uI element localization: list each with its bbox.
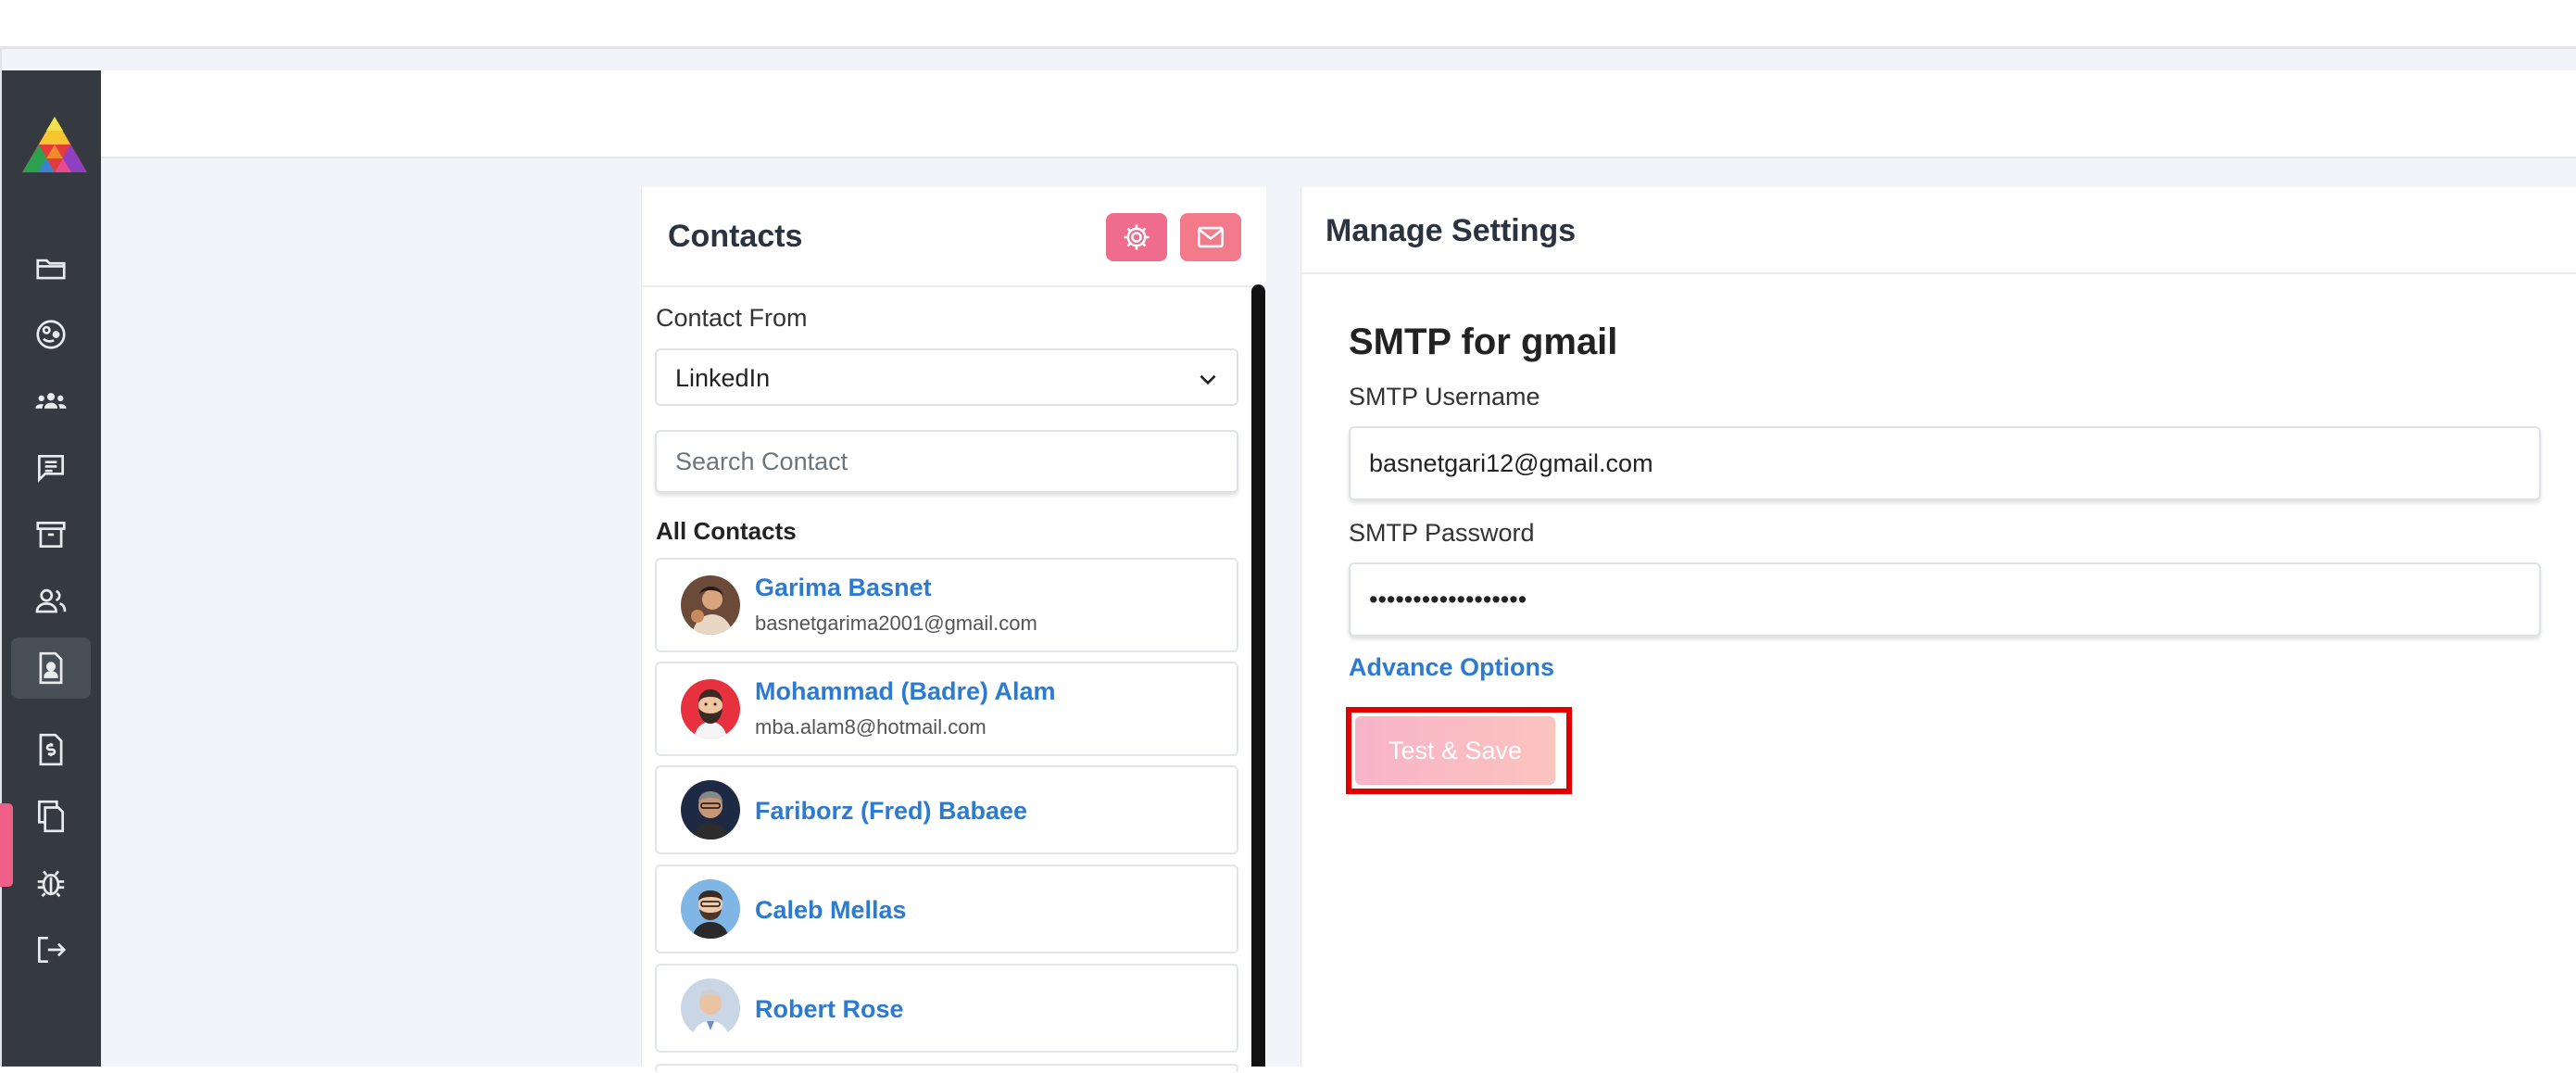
archive-icon bbox=[36, 521, 66, 549]
contacts-scrollbar[interactable] bbox=[1251, 284, 1265, 1067]
contact-from-value: LinkedIn bbox=[675, 364, 771, 392]
avatar bbox=[681, 879, 740, 939]
contact-name: Garima Basnet bbox=[755, 574, 932, 601]
chat-icon bbox=[37, 454, 65, 483]
smtp-username-input[interactable] bbox=[1349, 426, 2541, 500]
sidebar-item-palette[interactable] bbox=[11, 304, 91, 365]
contact-email: mba.alam8@hotmail.com bbox=[755, 715, 986, 738]
sidebar-item-invoice[interactable] bbox=[11, 719, 91, 780]
team-icon bbox=[35, 393, 67, 409]
contact-name: Caleb Mellas bbox=[755, 896, 907, 924]
contact-item[interactable]: Garima Basnet basnetgarima2001@gmail.com bbox=[655, 558, 1238, 652]
sidebar-item-archive[interactable] bbox=[11, 504, 91, 565]
contact-mail-button[interactable] bbox=[1180, 213, 1241, 261]
sidebar-item-logout[interactable] bbox=[11, 919, 91, 980]
palette-icon bbox=[36, 320, 66, 349]
contacts-panel: Contacts Contact From LinkedIn All Conta… bbox=[641, 187, 1267, 1073]
folder-icon bbox=[36, 259, 66, 280]
top-bar bbox=[101, 70, 2576, 158]
smtp-password-input[interactable] bbox=[1349, 562, 2541, 637]
smtp-password-label: SMTP Password bbox=[1349, 519, 1535, 547]
sidebar-item-folder[interactable] bbox=[11, 237, 91, 298]
contact-item[interactable]: Fariborz (Fred) Babaee bbox=[655, 765, 1238, 854]
contact-card-icon bbox=[39, 651, 63, 685]
avatar bbox=[681, 575, 740, 635]
avatar bbox=[681, 780, 740, 839]
settings-title: Manage Settings bbox=[1326, 213, 1577, 248]
settings-header: Manage Settings bbox=[1301, 187, 2576, 274]
contact-item[interactable]: Caleb Mellas bbox=[655, 865, 1238, 953]
smtp-section-title: SMTP for gmail bbox=[1349, 322, 1618, 362]
mail-icon bbox=[1197, 226, 1225, 248]
contact-email: basnetgarima2001@gmail.com bbox=[755, 612, 1037, 635]
invoice-icon bbox=[39, 733, 63, 766]
sidebar-item-users[interactable] bbox=[11, 571, 91, 632]
gear-icon bbox=[1124, 224, 1150, 250]
settings-panel: Manage Settings SMTP for gmail SMTP User… bbox=[1301, 187, 2576, 1067]
list-item bbox=[655, 1064, 1238, 1073]
logout-icon bbox=[37, 936, 67, 964]
contacts-title: Contacts bbox=[668, 219, 803, 254]
contact-item[interactable]: Mohammad (Badre) Alam mba.alam8@hotmail.… bbox=[655, 662, 1238, 756]
avatar bbox=[681, 679, 740, 738]
contact-settings-button[interactable] bbox=[1106, 213, 1167, 261]
bug-icon bbox=[37, 870, 65, 898]
sidebar-item-chat[interactable] bbox=[11, 437, 91, 499]
search-contact-input[interactable] bbox=[655, 430, 1238, 493]
sidebar-item-copy[interactable] bbox=[11, 786, 91, 847]
app-logo[interactable] bbox=[22, 117, 87, 176]
contacts-header: Contacts bbox=[642, 187, 1267, 287]
chevron-down-icon bbox=[1200, 374, 1216, 385]
contact-name: Robert Rose bbox=[755, 995, 904, 1023]
users-icon bbox=[35, 588, 67, 613]
sidebar-item-contacts[interactable] bbox=[11, 637, 91, 699]
sidebar bbox=[2, 70, 101, 1067]
sidebar-item-bug[interactable] bbox=[11, 852, 91, 914]
contact-from-label: Contact From bbox=[656, 304, 808, 332]
avatar bbox=[681, 978, 740, 1038]
all-contacts-label: All Contacts bbox=[656, 517, 797, 545]
sidebar-item-team[interactable] bbox=[11, 371, 91, 432]
contact-from-select[interactable]: LinkedIn bbox=[655, 348, 1238, 406]
contact-name: Mohammad (Badre) Alam bbox=[755, 677, 1056, 705]
contact-item[interactable]: Robert Rose bbox=[655, 964, 1238, 1053]
contact-name: Fariborz (Fred) Babaee bbox=[755, 797, 1028, 825]
smtp-username-label: SMTP Username bbox=[1349, 383, 1540, 410]
feedback-tab[interactable] bbox=[0, 803, 13, 887]
copy-icon bbox=[37, 800, 65, 833]
test-save-button[interactable]: Test & Save bbox=[1355, 716, 1555, 785]
advance-options-link[interactable]: Advance Options bbox=[1349, 653, 1554, 682]
